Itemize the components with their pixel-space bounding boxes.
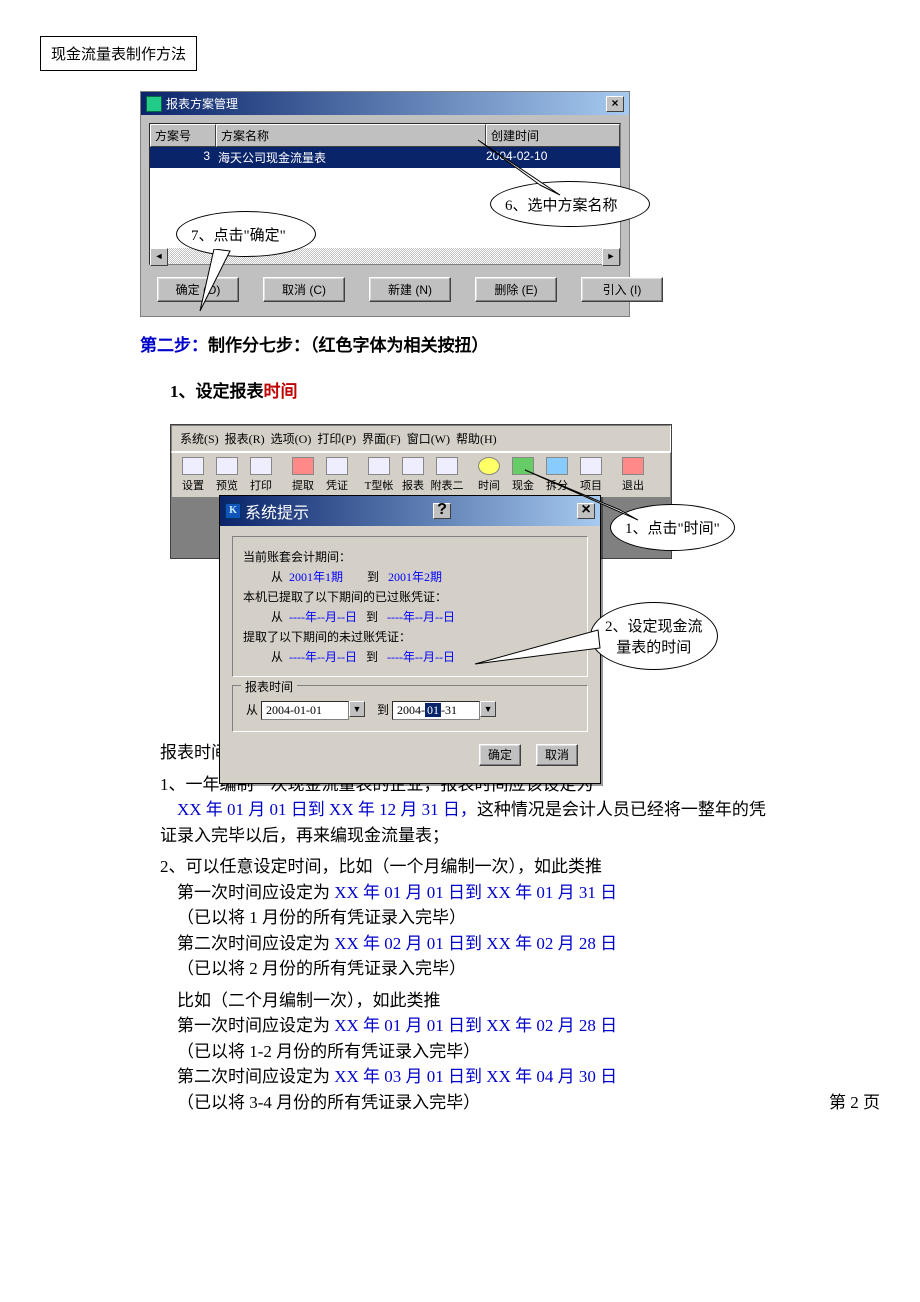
callout-settime: 2、设定现金流量表的时间	[590, 602, 718, 670]
menu-option[interactable]: 选项(O)	[269, 429, 314, 448]
label-posted: 本机已提取了以下期间的已过账凭证：	[243, 588, 577, 605]
p3: 比如（二个月编制一次），如此类推 第一次时间应设定为 XX 年 01 月 01 …	[160, 988, 780, 1116]
lbl-to: 到	[377, 703, 389, 717]
tb-report[interactable]: 报表	[396, 455, 430, 495]
val: 2001年2期	[388, 570, 442, 584]
col-plan-no: 方案号	[150, 124, 216, 147]
tb-split[interactable]: 拆分	[540, 455, 574, 495]
body-text: 报表时间的设定为二种情况： 1、一年编制一次现金流量表的企业，报表时间应该设定为…	[160, 740, 780, 1115]
cancel-button[interactable]: 取消 (C)	[263, 277, 345, 302]
page-number: 第 2 页	[829, 1090, 880, 1116]
import-button[interactable]: 引入 (I)	[581, 277, 663, 302]
lbl: 到	[367, 570, 379, 584]
new-button[interactable]: 新建 (N)	[369, 277, 451, 302]
step-2-1: 1、设定报表时间	[170, 379, 780, 405]
p2: 2、可以任意设定时间，比如（一个月编制一次），如此类推 第一次时间应设定为 XX…	[160, 854, 780, 982]
tb-extract[interactable]: 提取	[286, 455, 320, 495]
label-unposted: 提取了以下期间的未过账凭证：	[243, 628, 577, 645]
val: ----年--月--日	[289, 610, 357, 624]
col-created: 创建时间	[486, 124, 620, 147]
modal-icon: K	[225, 503, 241, 519]
app-icon	[146, 96, 162, 112]
table-row[interactable]: 3 海天公司现金流量表 2004-02-10	[150, 147, 620, 168]
chevron-down-icon[interactable]: ▼	[480, 701, 496, 717]
tb-time[interactable]: 时间	[472, 455, 506, 495]
step-2-heading: 第二步：制作分七步：（红色字体为相关按扭）	[140, 333, 780, 359]
lbl: 从	[271, 570, 283, 584]
menu-report[interactable]: 报表(R)	[223, 429, 267, 448]
scroll-left-icon[interactable]: ◄	[150, 248, 168, 266]
lbl: 到	[366, 610, 378, 624]
lbl: 从	[271, 650, 283, 664]
menu-bar: 系统(S) 报表(R) 选项(O) 打印(P) 界面(F) 窗口(W) 帮助(H…	[171, 425, 671, 452]
tb-settings[interactable]: 设置	[176, 455, 210, 495]
page-header: 现金流量表制作方法	[40, 36, 197, 71]
menu-window[interactable]: 窗口(W)	[405, 429, 452, 448]
lbl-from: 从	[246, 703, 258, 717]
menu-system[interactable]: 系统(S)	[178, 429, 221, 448]
date-from-input[interactable]: 2004-01-01	[261, 701, 349, 720]
info-group: 当前账套会计期间： 从 2001年1期 到 2001年2期 本机已提取了以下期间…	[232, 536, 588, 677]
app-window: 系统(S) 报表(R) 选项(O) 打印(P) 界面(F) 窗口(W) 帮助(H…	[170, 424, 672, 559]
group-label: 报表时间	[241, 678, 297, 695]
help-icon[interactable]: ?	[433, 503, 451, 519]
tb-exit[interactable]: 退出	[616, 455, 650, 495]
menu-ui[interactable]: 界面(F)	[360, 429, 403, 448]
callout-7: 7、点击"确定"	[176, 211, 316, 257]
val: 2001年1期	[289, 570, 343, 584]
report-time-group: 报表时间 从 2004-01-01▼ 到 2004-01-31▼	[232, 685, 588, 732]
col-plan-name: 方案名称	[216, 124, 486, 147]
callout-time: 1、点击"时间"	[610, 504, 735, 551]
tb-voucher[interactable]: 凭证	[320, 455, 354, 495]
close-icon[interactable]: ×	[606, 96, 624, 112]
tb-project[interactable]: 项目	[574, 455, 608, 495]
tb-taccount[interactable]: T型帐	[362, 455, 396, 495]
callout-6: 6、选中方案名称	[490, 181, 650, 227]
cancel-button[interactable]: 取消	[536, 744, 578, 766]
lbl: 到	[366, 650, 378, 664]
sub-b: 时间	[264, 382, 298, 401]
label-current-period: 当前账套会计期间：	[243, 548, 577, 565]
menu-print[interactable]: 打印(P)	[315, 429, 358, 448]
tb-print[interactable]: 打印	[244, 455, 278, 495]
delete-button[interactable]: 删除 (E)	[475, 277, 557, 302]
ok-button[interactable]: 确定 (O)	[157, 277, 239, 302]
cell-date: 2004-02-10	[482, 147, 620, 168]
sub-no: 1、	[170, 382, 196, 401]
ok-button[interactable]: 确定	[479, 744, 521, 766]
val: ----年--月--日	[387, 610, 455, 624]
dialog-title: 报表方案管理	[166, 95, 238, 112]
tb-preview[interactable]: 预览	[210, 455, 244, 495]
close-icon[interactable]: ×	[577, 503, 595, 519]
sub-a: 设定报表	[196, 382, 264, 401]
cell-name: 海天公司现金流量表	[214, 147, 482, 168]
cell-no: 3	[150, 147, 214, 168]
tb-cash[interactable]: 现金	[506, 455, 540, 495]
modal-system-tip: K 系统提示 ? × 当前账套会计期间： 从 2001年1期 到 2001年2期…	[219, 495, 601, 784]
val: ----年--月--日	[289, 650, 357, 664]
toolbar: 设置 预览 打印 提取 凭证 T型帐 报表 附表二 时间 现金 拆分 项目 退出	[171, 452, 671, 498]
lbl: 从	[271, 610, 283, 624]
modal-title: 系统提示	[245, 499, 309, 523]
step-label: 第二步：	[140, 336, 208, 355]
chevron-down-icon[interactable]: ▼	[349, 701, 365, 717]
date-to-input[interactable]: 2004-01-31	[392, 701, 480, 720]
menu-help[interactable]: 帮助(H)	[454, 429, 499, 448]
titlebar: 报表方案管理 ×	[141, 92, 629, 115]
scroll-right-icon[interactable]: ►	[602, 248, 620, 266]
step-rest: 制作分七步：（红色字体为相关按扭）	[208, 336, 489, 355]
tb-appendix[interactable]: 附表二	[430, 455, 464, 495]
val: ----年--月--日	[387, 650, 455, 664]
